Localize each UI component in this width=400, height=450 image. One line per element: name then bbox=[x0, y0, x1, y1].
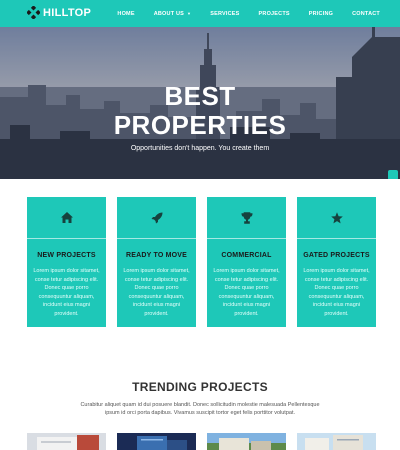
card-icon-area bbox=[297, 197, 376, 239]
feature-card-commercial[interactable]: COMMERCIAL Lorem ipsum dolor sitamet, co… bbox=[207, 197, 286, 327]
nav-home-label: HOME bbox=[117, 10, 135, 17]
features-section: NEW PROJECTS Lorem ipsum dolor sitamet, … bbox=[0, 197, 400, 327]
card-icon-area bbox=[27, 197, 106, 239]
card-title: READY TO MOVE bbox=[125, 252, 188, 259]
nav-pricing-label: PRICING bbox=[308, 10, 334, 17]
home-icon bbox=[60, 212, 73, 223]
project-thumbnail-2[interactable] bbox=[117, 433, 196, 450]
feature-card-new-projects[interactable]: NEW PROJECTS Lorem ipsum dolor sitamet, … bbox=[27, 197, 106, 327]
nav-projects[interactable]: PROJECTS bbox=[259, 11, 290, 17]
card-title: NEW PROJECTS bbox=[37, 252, 96, 259]
project-thumbnail-4[interactable] bbox=[297, 433, 376, 450]
project-thumbnail-1[interactable] bbox=[27, 433, 106, 450]
feature-card-gated-projects[interactable]: GATED PROJECTS Lorem ipsum dolor sitamet… bbox=[297, 197, 376, 327]
nav-home[interactable]: HOME bbox=[117, 11, 134, 17]
card-text: Lorem ipsum dolor sitamet, conse tetur a… bbox=[123, 268, 190, 317]
card-text: Lorem ipsum dolor sitamet, conse tetur a… bbox=[213, 268, 280, 317]
building-photo bbox=[27, 433, 106, 450]
nav-projects-label: PROJECTS bbox=[258, 10, 290, 17]
star-icon bbox=[330, 211, 343, 223]
nav-about-us-label: ABOUT US bbox=[153, 10, 185, 17]
trending-title: TRENDING PROJECTS bbox=[132, 380, 268, 394]
caret-down-icon: ▼ bbox=[187, 11, 192, 16]
card-text: Lorem ipsum dolor sitamet, conse tetur a… bbox=[303, 268, 370, 317]
brand-name: HILLTOP bbox=[43, 6, 92, 19]
top-navbar: HILLTOP HOME ABOUT US ▼ SERVICES PROJECTS… bbox=[0, 0, 400, 27]
nav-services-label: SERVICES bbox=[210, 10, 240, 17]
nav-pricing[interactable]: PRICING bbox=[309, 11, 333, 17]
card-text: Lorem ipsum dolor sitamet, conse tetur a… bbox=[33, 268, 100, 317]
building-photo bbox=[117, 433, 196, 450]
trending-description: Curabitur aliquet quam id dui posuere bl… bbox=[80, 402, 320, 416]
project-thumbnail-3[interactable] bbox=[207, 433, 286, 450]
logo[interactable]: HILLTOP bbox=[27, 6, 91, 19]
card-icon-area bbox=[207, 197, 286, 239]
nav-about-us[interactable]: ABOUT US ▼ bbox=[154, 11, 192, 17]
building-photo bbox=[297, 433, 376, 450]
feature-card-ready-to-move[interactable]: READY TO MOVE Lorem ipsum dolor sitamet,… bbox=[117, 197, 196, 327]
card-title: COMMERCIAL bbox=[221, 252, 272, 259]
hero-title-line2: PROPERTIES bbox=[113, 110, 287, 140]
scroll-button[interactable] bbox=[388, 170, 398, 179]
diamond-grid-icon bbox=[27, 6, 40, 19]
main-nav: HOME ABOUT US ▼ SERVICES PROJECTS PRICING… bbox=[98, 0, 380, 27]
hero-banner: BEST PROPERTIES Opportunities don't happ… bbox=[0, 27, 400, 179]
rocket-icon bbox=[151, 212, 162, 223]
hero-title-line1: BEST bbox=[164, 81, 236, 111]
hero-subtitle: Opportunities don't happen. You create t… bbox=[130, 145, 270, 152]
card-title: GATED PROJECTS bbox=[303, 252, 370, 259]
card-icon-area bbox=[117, 197, 196, 239]
trophy-icon bbox=[240, 211, 253, 224]
nav-contact[interactable]: CONTACT bbox=[352, 11, 380, 17]
nav-services[interactable]: SERVICES bbox=[210, 11, 239, 17]
nav-contact-label: CONTACT bbox=[352, 10, 380, 17]
building-photo bbox=[207, 433, 286, 450]
